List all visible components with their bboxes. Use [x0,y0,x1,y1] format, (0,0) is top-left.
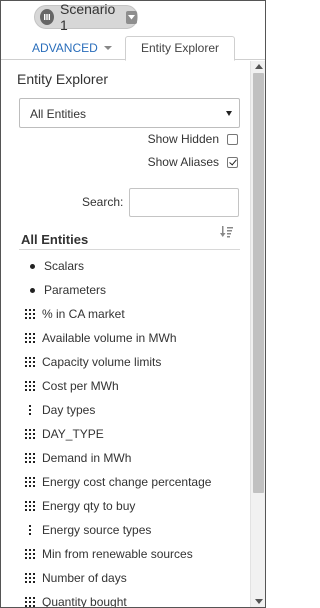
vertical-dots-icon [25,525,35,535]
tab-bar: ADVANCED Entity Explorer [1,35,265,61]
list-item-label: Available volume in MWh [42,331,177,345]
show-aliases-label: Show Aliases [147,155,219,169]
vertical-dots-icon [25,405,35,415]
show-hidden-option[interactable]: Show Hidden [148,132,238,146]
list-item[interactable]: Scalars [27,256,84,276]
list-item-label: Energy qty to buy [42,499,136,513]
grid-icon [25,501,35,511]
grid-icon [25,573,35,583]
list-item[interactable]: % in CA market [25,304,125,324]
show-aliases-checkbox[interactable] [227,156,238,168]
list-item[interactable]: Available volume in MWh [25,328,177,348]
list-header-label: All Entities [21,232,89,247]
list-item-label: Day types [42,403,96,417]
show-hidden-checkbox[interactable] [227,133,238,145]
show-aliases-option[interactable]: Show Aliases [148,155,238,169]
show-hidden-label: Show Hidden [147,132,219,146]
grid-icon [25,453,35,463]
list-item[interactable]: Energy qty to buy [25,496,135,516]
tab-advanced-label: ADVANCED [32,41,98,55]
list-item[interactable]: Cost per MWh [25,376,119,396]
search-label: Search: [82,195,124,209]
grid-icon [25,381,35,391]
scrollbar-thumb[interactable] [253,73,264,493]
grid-icon [25,597,35,607]
list-item[interactable]: Demand in MWh [25,448,131,468]
list-item-label: Cost per MWh [42,379,119,393]
top-bar: Scenario 1 [1,1,265,35]
entity-explorer-window: Scenario 1 ADVANCED Entity Explorer Enti… [0,0,266,608]
scenario-icon [40,9,55,25]
list-item[interactable]: Parameters [27,280,106,300]
panel-title: Entity Explorer [17,71,109,87]
dropdown-arrow-icon [226,111,232,116]
sort-icon[interactable] [220,225,234,239]
chevron-down-icon[interactable] [125,10,137,24]
list-item[interactable]: Quantity bought [25,592,127,608]
list-item[interactable]: Energy cost change percentage [25,472,211,492]
search-input[interactable] [129,188,239,217]
list-item-label: Quantity bought [42,595,127,608]
scrollbar[interactable] [250,61,265,607]
list-item-label: Energy source types [42,523,152,537]
list-item-label: Energy cost change percentage [42,475,212,489]
scroll-up-arrow-icon[interactable] [255,64,263,69]
list-item-label: Capacity volume limits [42,355,162,369]
scroll-down-arrow-icon[interactable] [255,599,263,604]
entity-filter-value: All Entities [30,107,87,121]
scenario-label: Scenario 1 [60,1,116,33]
grid-icon [25,477,35,487]
grid-icon [25,549,35,559]
list-item-label: Number of days [42,571,127,585]
grid-icon [25,429,35,439]
list-item[interactable]: Number of days [25,568,127,588]
scenario-selector[interactable]: Scenario 1 [34,1,138,33]
tab-entity-explorer[interactable]: Entity Explorer [125,36,235,61]
list-item-label: Scalars [44,259,85,273]
chevron-down-icon [103,46,112,50]
list-item[interactable]: Min from renewable sources [25,544,193,564]
list-item-label: Demand in MWh [42,451,132,465]
list-item-label: Min from renewable sources [42,547,193,561]
list-item[interactable]: Day types [25,400,95,420]
list-item-label: % in CA market [42,307,125,321]
entity-explorer-panel: Entity Explorer All Entities Show Hidden… [1,61,250,608]
list-item[interactable]: Energy source types [25,520,151,540]
bullet-icon [27,285,37,295]
list-item[interactable]: Capacity volume limits [25,352,161,372]
list-item[interactable]: DAY_TYPE [25,424,104,444]
list-header: All Entities [19,225,240,250]
list-item-label: Parameters [44,283,107,297]
list-item-label: DAY_TYPE [42,427,104,441]
grid-icon [25,333,35,343]
tab-advanced[interactable]: ADVANCED [32,41,112,55]
bullet-icon [27,261,37,271]
grid-icon [25,309,35,319]
entity-filter-select[interactable]: All Entities [19,98,240,128]
grid-icon [25,357,35,367]
